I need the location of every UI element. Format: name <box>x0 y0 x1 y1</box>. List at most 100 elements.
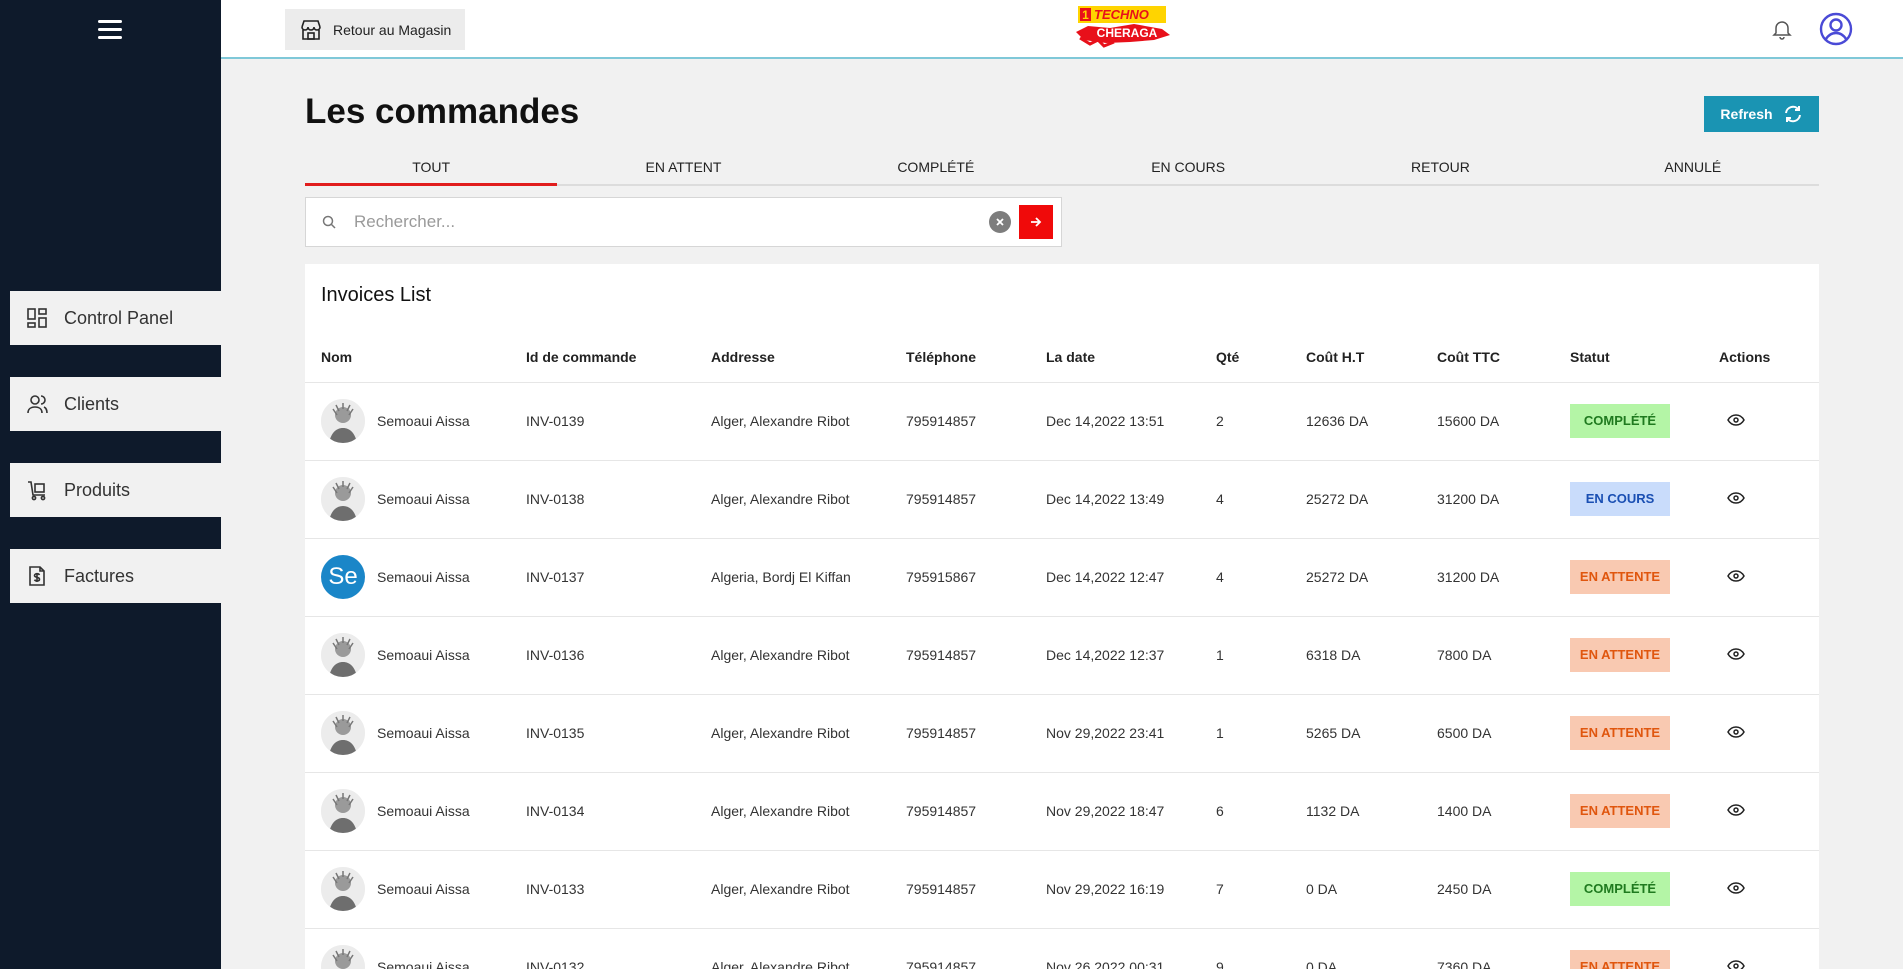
dashboard-icon <box>26 307 48 329</box>
store-icon <box>299 18 323 42</box>
sidebar-item-factures[interactable]: Factures <box>10 549 221 603</box>
view-eye-icon[interactable] <box>1727 804 1745 816</box>
cell-order-id: INV-0137 <box>510 538 695 617</box>
view-eye-icon[interactable] <box>1727 648 1745 660</box>
cell-name: Semoaui Aissa <box>305 382 510 461</box>
column-header-cost-ht: Coût H.T <box>1290 332 1421 383</box>
view-eye-icon[interactable] <box>1727 570 1745 582</box>
column-header-status: Statut <box>1554 332 1703 383</box>
view-eye-icon[interactable] <box>1727 414 1745 426</box>
avatar <box>321 867 365 911</box>
cell-order-id: INV-0134 <box>510 772 695 851</box>
search-input[interactable] <box>354 212 989 232</box>
cell-date: Nov 29,2022 18:47 <box>1030 772 1200 851</box>
cell-cost-ht: 25272 DA <box>1290 538 1421 617</box>
cell-qty: 4 <box>1200 538 1290 617</box>
cell-status: COMPLÉTÉ <box>1554 382 1703 461</box>
cell-status: COMPLÉTÉ <box>1554 850 1703 929</box>
table-row[interactable]: Semoaui Aissa INV-0132 Alger, Alexandre Ri… <box>305 928 1819 969</box>
cell-cost-ttc: 7360 DA <box>1421 928 1554 969</box>
table-row[interactable]: Se Semaoui Aissa INV-0137 Algeria, Bordj El… <box>305 538 1819 617</box>
cell-cost-ttc: 15600 DA <box>1421 382 1554 461</box>
cell-phone: 795914857 <box>890 460 1030 539</box>
cell-phone: 795915867 <box>890 538 1030 617</box>
table-row[interactable]: Semoaui Aissa INV-0134 Alger, Alexandre Ri… <box>305 772 1819 851</box>
notification-bell-icon[interactable] <box>1771 18 1793 40</box>
sidebar-item-produits[interactable]: Produits <box>10 463 221 517</box>
cell-qty: 1 <box>1200 694 1290 773</box>
status-tabs: TOUT EN ATTENT COMPLÉTÉ EN COURS RETOUR … <box>305 152 1819 186</box>
cell-address: Alger, Alexandre Ribot <box>695 772 890 851</box>
avatar <box>321 711 365 755</box>
cell-date: Dec 14,2022 13:51 <box>1030 382 1200 461</box>
table-row[interactable]: Semoaui Aissa INV-0138 Alger, Alexandre Ri… <box>305 460 1819 539</box>
svg-text:1: 1 <box>1082 8 1089 22</box>
column-header-qty: Qté <box>1200 332 1290 383</box>
cell-cost-ttc: 2450 DA <box>1421 850 1554 929</box>
techno-cheraga-logo: 1 TECHNO CHERAGA <box>1070 2 1180 48</box>
cell-address: Alger, Alexandre Ribot <box>695 928 890 969</box>
table-row[interactable]: Semoaui Aissa INV-0139 Alger, Alexandre Ri… <box>305 382 1819 461</box>
sidebar-item-label: Control Panel <box>64 307 174 328</box>
tab-retour[interactable]: RETOUR <box>1314 152 1566 184</box>
status-badge: COMPLÉTÉ <box>1570 872 1670 906</box>
search-bar <box>305 197 1062 247</box>
view-eye-icon[interactable] <box>1727 882 1745 894</box>
invoices-list-title: Invoices List <box>321 284 432 306</box>
cell-cost-ttc: 7800 DA <box>1421 616 1554 695</box>
table-row[interactable]: Semoaui Aissa INV-0136 Alger, Alexandre Ri… <box>305 616 1819 695</box>
view-eye-icon[interactable] <box>1727 726 1745 738</box>
cell-actions <box>1703 538 1819 617</box>
avatar <box>321 633 365 677</box>
cell-status: EN ATTENTE <box>1554 928 1703 969</box>
cell-cost-ht: 1132 DA <box>1290 772 1421 851</box>
cell-date: Nov 26,2022 00:31 <box>1030 928 1200 969</box>
avatar <box>321 789 365 833</box>
tab-annule[interactable]: ANNULÉ <box>1567 152 1819 184</box>
view-eye-icon[interactable] <box>1727 492 1745 504</box>
sidebar-item-clients[interactable]: Clients <box>10 377 221 431</box>
cell-phone: 795914857 <box>890 382 1030 461</box>
cell-phone: 795914857 <box>890 772 1030 851</box>
cell-order-id: INV-0133 <box>510 850 695 929</box>
sidebar-item-control-panel[interactable]: Control Panel <box>10 291 221 345</box>
back-to-store-label: Retour au Magasin <box>333 21 452 38</box>
tab-en-cours[interactable]: EN COURS <box>1062 152 1314 184</box>
customer-name: Semoaui Aissa <box>377 803 470 819</box>
customer-name: Semoaui Aissa <box>377 647 470 663</box>
refresh-button[interactable]: Refresh <box>1704 96 1819 132</box>
search-submit-button[interactable] <box>1019 205 1053 239</box>
cell-qty: 1 <box>1200 616 1290 695</box>
page-title: Les commandes <box>305 92 580 131</box>
cell-address: Alger, Alexandre Ribot <box>695 850 890 929</box>
refresh-icon <box>1783 105 1803 123</box>
view-eye-icon[interactable] <box>1727 960 1745 969</box>
sidebar: Control Panel Clients Produits Factures <box>0 0 221 969</box>
customer-name: Semoaui Aissa <box>377 959 470 969</box>
user-profile-icon[interactable] <box>1819 12 1853 46</box>
column-header-id: Id de commande <box>510 332 695 383</box>
cell-phone: 795914857 <box>890 616 1030 695</box>
status-badge: EN ATTENTE <box>1570 560 1670 594</box>
avatar: Se <box>321 555 365 599</box>
tab-complete[interactable]: COMPLÉTÉ <box>810 152 1062 184</box>
invoices-card: Invoices List Nom Id de commande Address… <box>305 264 1819 969</box>
cell-cost-ttc: 31200 DA <box>1421 460 1554 539</box>
refresh-label: Refresh <box>1720 106 1773 122</box>
tab-en-attent[interactable]: EN ATTENT <box>557 152 809 184</box>
back-to-store-button[interactable]: Retour au Magasin <box>285 9 465 50</box>
cell-qty: 4 <box>1200 460 1290 539</box>
cell-date: Dec 14,2022 13:49 <box>1030 460 1200 539</box>
cell-phone: 795914857 <box>890 928 1030 969</box>
table-row[interactable]: Semoaui Aissa INV-0135 Alger, Alexandre Ri… <box>305 694 1819 773</box>
svg-text:CHERAGA: CHERAGA <box>1097 26 1158 40</box>
tab-tout[interactable]: TOUT <box>305 152 558 186</box>
cell-name: Semoaui Aissa <box>305 928 510 969</box>
menu-icon[interactable] <box>98 20 122 40</box>
invoice-icon <box>26 565 48 587</box>
clear-search-icon[interactable] <box>989 211 1011 233</box>
cell-order-id: INV-0135 <box>510 694 695 773</box>
table-row[interactable]: Semoaui Aissa INV-0133 Alger, Alexandre Ri… <box>305 850 1819 929</box>
customer-name: Semaoui Aissa <box>377 569 470 585</box>
cell-actions <box>1703 772 1819 851</box>
